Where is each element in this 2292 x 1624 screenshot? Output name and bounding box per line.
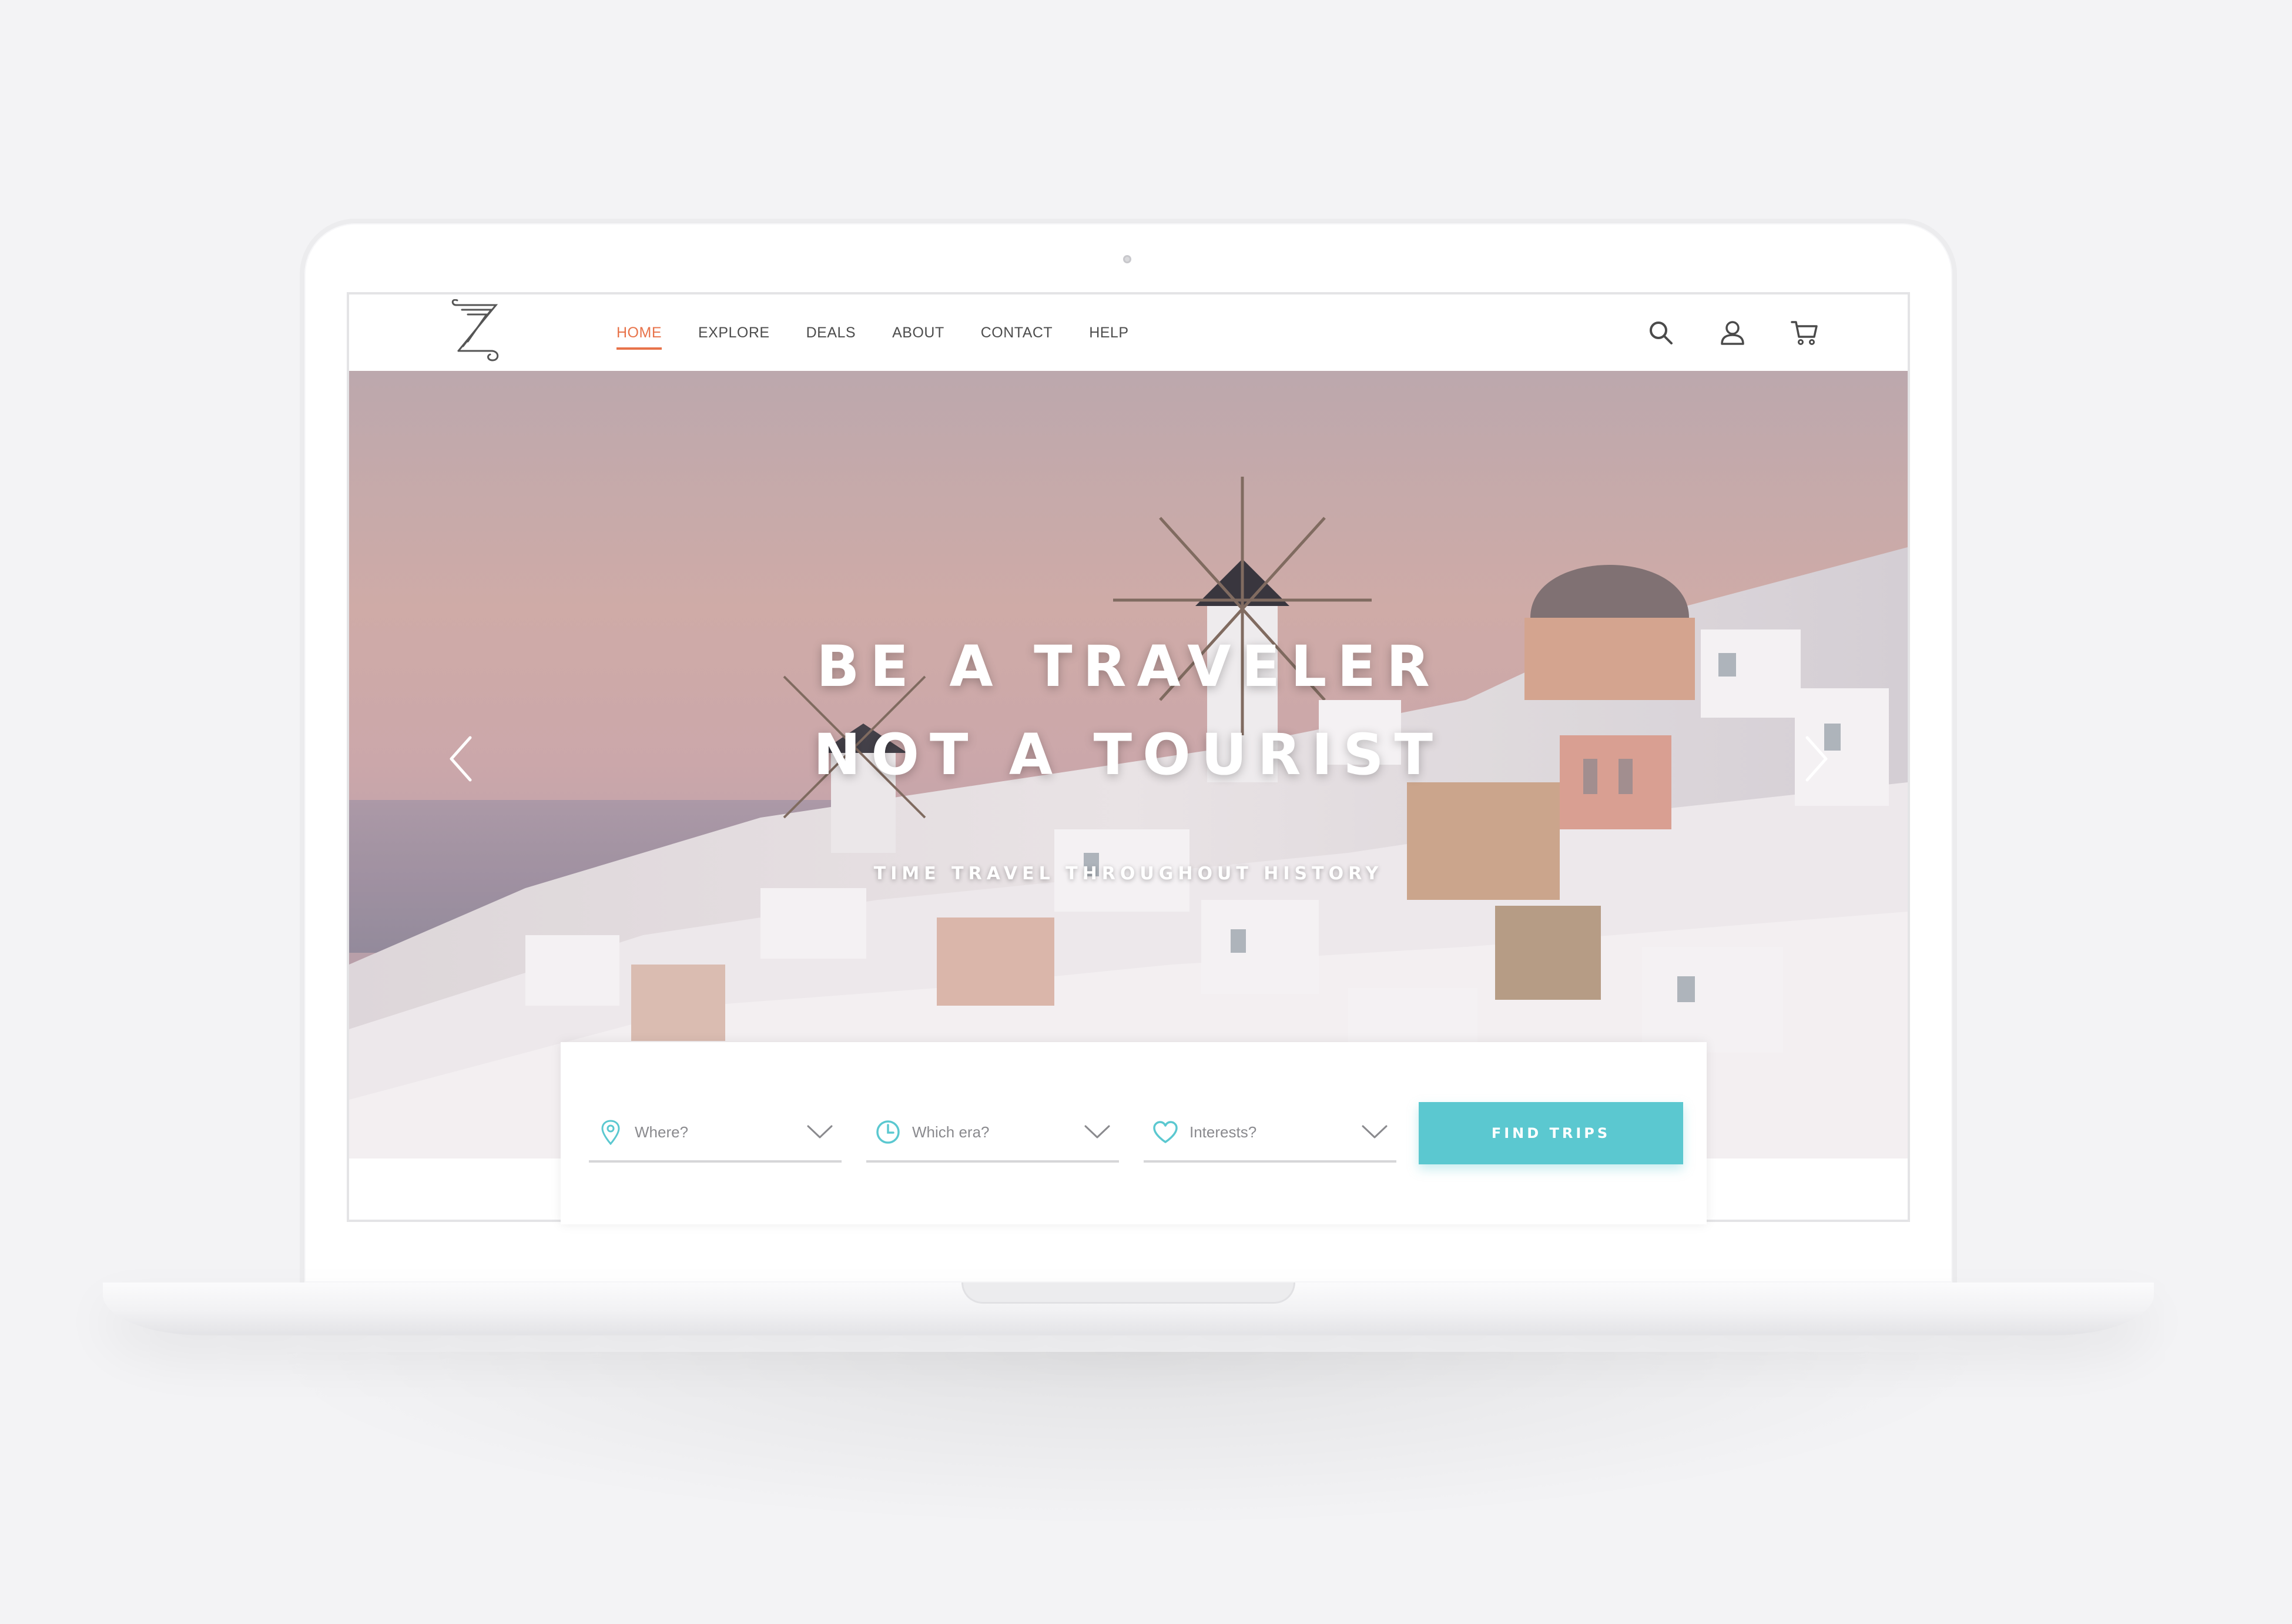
nav-contact[interactable]: CONTACT	[981, 322, 1053, 344]
nav-explore[interactable]: EXPLORE	[698, 322, 770, 344]
cart-icon	[1791, 321, 1818, 345]
hero-banner: BE A TRAVELER NOT A TOURIST TIME TRAVEL …	[349, 371, 1908, 1158]
where-label: Where?	[635, 1123, 689, 1141]
trip-search-panel: Where? Which era? Interests? FIND TRIPS	[561, 1042, 1707, 1224]
laptop-shadow	[253, 1352, 2004, 1528]
hero-subtitle: TIME TRAVEL THROUGHOUT HISTORY	[873, 863, 1383, 884]
nav-actions	[1646, 294, 1819, 371]
nav-help[interactable]: HELP	[1089, 322, 1128, 344]
laptop-notch	[961, 1283, 1295, 1304]
chevron-down-icon	[1083, 1123, 1112, 1141]
nav-about[interactable]: ABOUT	[892, 322, 944, 344]
heart-icon	[1152, 1119, 1179, 1146]
hero-title-line2: NOT A TOURIST	[813, 722, 1443, 788]
where-select[interactable]: Where?	[589, 1104, 842, 1163]
hero-title-line1: BE A TRAVELER	[816, 634, 1440, 699]
main-nav: HOME EXPLORE DEALS ABOUT CONTACT HELP	[616, 294, 1129, 371]
era-label: Which era?	[912, 1123, 990, 1141]
find-trips-button[interactable]: FIND TRIPS	[1419, 1102, 1683, 1164]
carousel-prev-button[interactable]	[440, 729, 481, 788]
chevron-down-icon	[805, 1123, 835, 1141]
webcam	[1123, 255, 1131, 263]
navbar: HOME EXPLORE DEALS ABOUT CONTACT HELP	[349, 294, 1908, 371]
logo[interactable]	[450, 299, 503, 364]
account-button[interactable]	[1717, 317, 1748, 348]
logo-icon	[451, 299, 499, 361]
website-screen: HOME EXPLORE DEALS ABOUT CONTACT HELP BE…	[347, 292, 1910, 1224]
nav-home[interactable]: HOME	[616, 322, 662, 350]
interests-label: Interests?	[1189, 1123, 1257, 1141]
location-pin-icon	[597, 1119, 624, 1146]
clock-icon	[874, 1119, 902, 1146]
user-icon	[1721, 321, 1744, 345]
carousel-next-button[interactable]	[1796, 729, 1837, 788]
chevron-down-icon	[1360, 1123, 1389, 1141]
interests-select[interactable]: Interests?	[1144, 1104, 1396, 1163]
cart-button[interactable]	[1789, 317, 1819, 348]
search-icon	[1650, 322, 1673, 344]
chevron-left-icon	[450, 736, 472, 782]
chevron-right-icon	[1805, 736, 1828, 782]
era-select[interactable]: Which era?	[866, 1104, 1119, 1163]
search-button[interactable]	[1646, 317, 1676, 348]
nav-deals[interactable]: DEALS	[806, 322, 856, 344]
